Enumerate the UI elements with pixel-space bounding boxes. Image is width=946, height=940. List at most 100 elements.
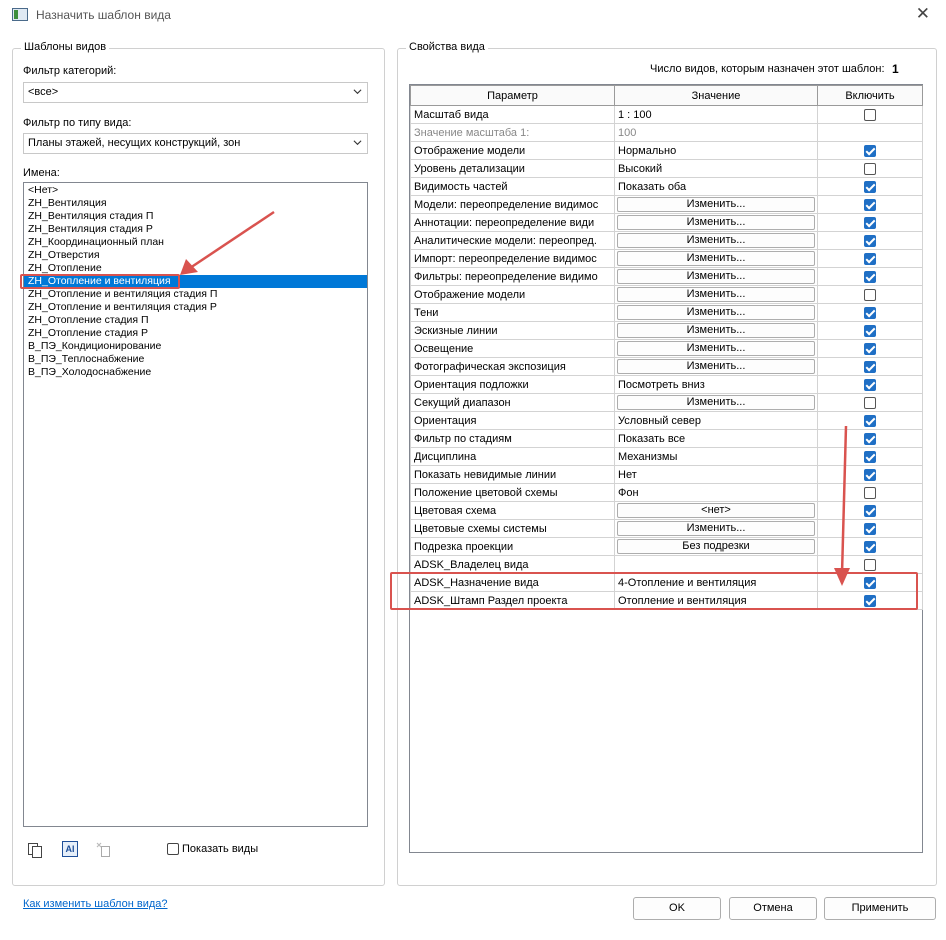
chevron-down-icon: [353, 140, 362, 146]
column-header-value[interactable]: Значение: [614, 85, 818, 106]
list-item[interactable]: В_ПЭ_Холодоснабжение: [24, 366, 367, 379]
include-checkbox[interactable]: [864, 432, 876, 445]
include-cell: [817, 303, 923, 322]
list-item[interactable]: ZH_Отопление стадия Р: [24, 327, 367, 340]
table-row: Импорт: переопределение видимос Изменить.…: [410, 249, 923, 268]
value-cell[interactable]: Посмотреть вниз: [614, 375, 818, 394]
value-cell[interactable]: Нет: [614, 465, 818, 484]
list-item[interactable]: ZH_Вентиляция стадия П: [24, 210, 367, 223]
table-row: Тени Изменить...: [410, 303, 923, 322]
edit-button[interactable]: Изменить...: [617, 233, 815, 248]
edit-button[interactable]: <нет>: [617, 503, 815, 518]
value-cell: Изменить...: [614, 303, 818, 322]
parameter-cell: Отображение модели: [410, 141, 615, 160]
include-checkbox[interactable]: [864, 468, 876, 481]
include-cell: [817, 177, 923, 196]
show-views-checkbox-box[interactable]: [167, 843, 179, 855]
include-checkbox[interactable]: [864, 450, 876, 463]
value-cell[interactable]: Фон: [614, 483, 818, 502]
include-checkbox[interactable]: [864, 180, 876, 193]
include-checkbox[interactable]: [864, 252, 876, 265]
include-checkbox[interactable]: [864, 288, 876, 301]
include-checkbox[interactable]: [864, 558, 876, 571]
edit-button[interactable]: Изменить...: [617, 251, 815, 266]
list-item[interactable]: ZH_Вентиляция: [24, 197, 367, 210]
value-cell: Изменить...: [614, 339, 818, 358]
apply-button[interactable]: Применить: [824, 897, 936, 920]
table-row: Масштаб вида 1 : 100: [410, 105, 923, 124]
include-checkbox[interactable]: [864, 306, 876, 319]
list-item[interactable]: ZH_Координационный план: [24, 236, 367, 249]
include-cell: [817, 123, 923, 142]
edit-button[interactable]: Изменить...: [617, 521, 815, 536]
include-checkbox[interactable]: [864, 108, 876, 121]
edit-button[interactable]: Изменить...: [617, 359, 815, 374]
edit-button[interactable]: Изменить...: [617, 197, 815, 212]
parameter-cell: Отображение модели: [410, 285, 615, 304]
value-cell[interactable]: Показать все: [614, 429, 818, 448]
include-cell: [817, 105, 923, 124]
list-item[interactable]: ZH_Вентиляция стадия Р: [24, 223, 367, 236]
include-checkbox[interactable]: [864, 396, 876, 409]
include-checkbox[interactable]: [864, 342, 876, 355]
include-checkbox[interactable]: [864, 198, 876, 211]
include-checkbox[interactable]: [864, 540, 876, 553]
edit-button[interactable]: Изменить...: [617, 395, 815, 410]
edit-button[interactable]: Изменить...: [617, 215, 815, 230]
value-cell[interactable]: 1 : 100: [614, 105, 818, 124]
parameter-cell: Уровень детализации: [410, 159, 615, 178]
include-cell: [817, 195, 923, 214]
help-link[interactable]: Как изменить шаблон вида?: [23, 898, 168, 910]
include-checkbox[interactable]: [864, 144, 876, 157]
include-checkbox[interactable]: [864, 216, 876, 229]
value-cell[interactable]: Механизмы: [614, 447, 818, 466]
rename-icon[interactable]: AI: [62, 841, 78, 857]
close-icon[interactable]: ✕: [916, 4, 930, 24]
include-checkbox[interactable]: [864, 414, 876, 427]
list-item[interactable]: ZH_Отверстия: [24, 249, 367, 262]
list-item[interactable]: ZH_Отопление и вентиляция стадия Р: [24, 301, 367, 314]
highlight-selected-template: [20, 274, 180, 289]
include-checkbox[interactable]: [864, 360, 876, 373]
value-cell[interactable]: Показать оба: [614, 177, 818, 196]
value-cell[interactable]: [614, 555, 818, 574]
category-filter-value: <все>: [28, 86, 59, 98]
include-checkbox[interactable]: [864, 378, 876, 391]
include-checkbox[interactable]: [864, 270, 876, 283]
table-row: Видимость частей Показать оба: [410, 177, 923, 196]
include-checkbox[interactable]: [864, 486, 876, 499]
edit-button[interactable]: Изменить...: [617, 269, 815, 284]
category-filter-select[interactable]: <все>: [23, 82, 368, 103]
value-cell: Изменить...: [614, 195, 818, 214]
list-item[interactable]: <Нет>: [24, 184, 367, 197]
include-checkbox[interactable]: [864, 324, 876, 337]
edit-button[interactable]: Изменить...: [617, 287, 815, 302]
edit-button[interactable]: Изменить...: [617, 305, 815, 320]
edit-button[interactable]: Без подрезки: [617, 539, 815, 554]
include-checkbox[interactable]: [864, 522, 876, 535]
edit-button[interactable]: Изменить...: [617, 341, 815, 356]
delete-icon[interactable]: [96, 842, 112, 858]
include-cell: [817, 141, 923, 160]
include-checkbox[interactable]: [864, 234, 876, 247]
value-cell[interactable]: Нормально: [614, 141, 818, 160]
include-checkbox[interactable]: [864, 504, 876, 517]
type-filter-select[interactable]: Планы этажей, несущих конструкций, зон: [23, 133, 368, 154]
column-header-parameter[interactable]: Параметр: [410, 85, 615, 106]
column-header-include[interactable]: Включить: [817, 85, 923, 106]
edit-button[interactable]: Изменить...: [617, 323, 815, 338]
duplicate-icon[interactable]: [27, 842, 43, 858]
table-row: Отображение модели Изменить...: [410, 285, 923, 304]
ok-button[interactable]: OK: [633, 897, 721, 920]
list-item[interactable]: ZH_Отопление и вентиляция стадия П: [24, 288, 367, 301]
value-cell[interactable]: Условный север: [614, 411, 818, 430]
cancel-button[interactable]: Отмена: [729, 897, 817, 920]
list-item[interactable]: В_ПЭ_Теплоснабжение: [24, 353, 367, 366]
app-icon: [12, 8, 28, 21]
value-cell[interactable]: Высокий: [614, 159, 818, 178]
show-views-checkbox[interactable]: Показать виды: [167, 843, 258, 855]
list-item[interactable]: В_ПЭ_Кондиционирование: [24, 340, 367, 353]
view-properties-group-title: Свойства вида: [406, 41, 488, 53]
list-item[interactable]: ZH_Отопление стадия П: [24, 314, 367, 327]
include-checkbox[interactable]: [864, 162, 876, 175]
